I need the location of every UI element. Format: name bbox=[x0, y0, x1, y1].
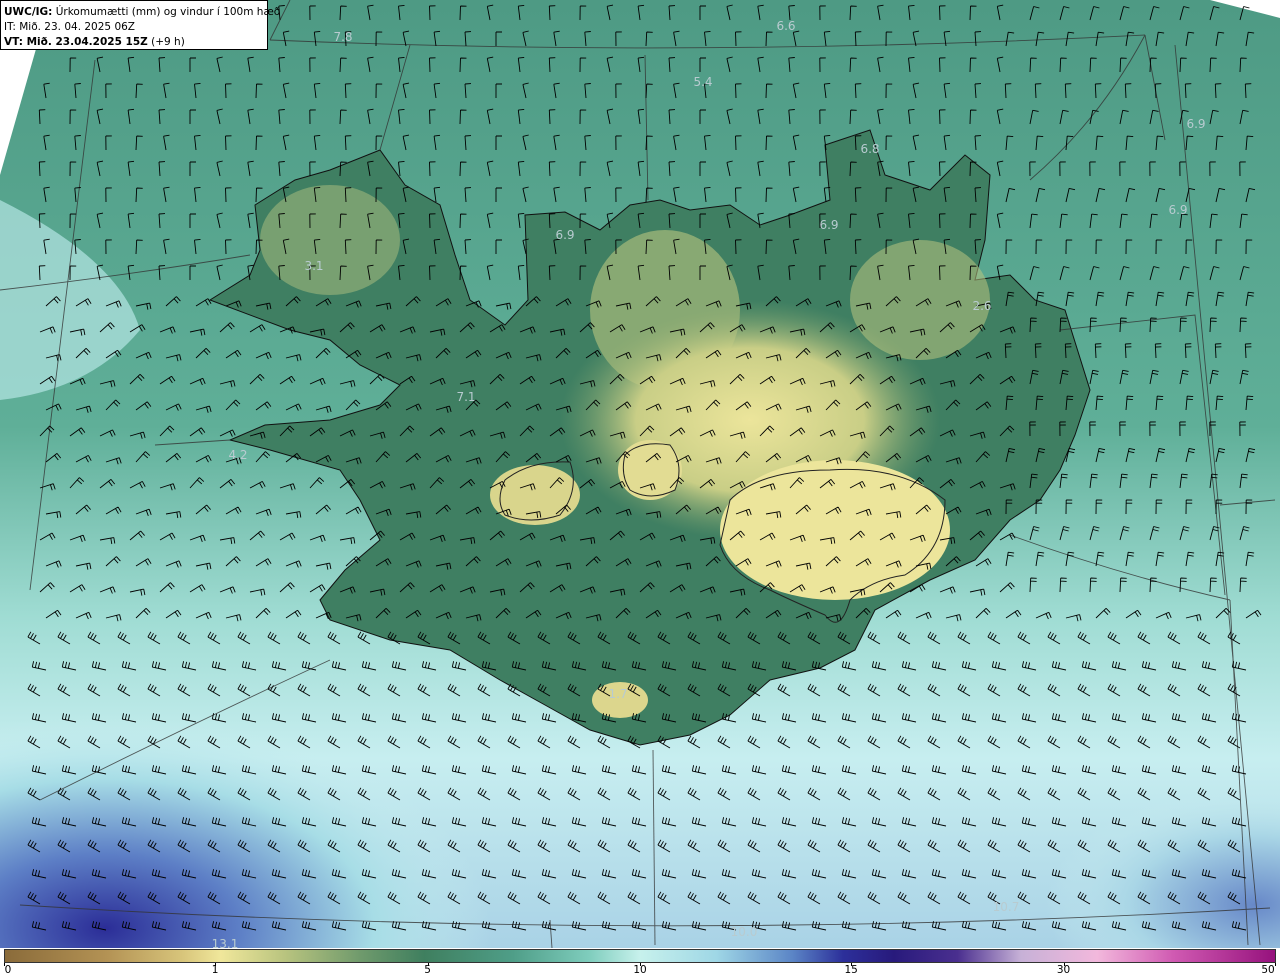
precip-max-label: 6.8 bbox=[860, 142, 880, 156]
precip-max-label: 13.1 bbox=[211, 937, 239, 948]
colorbar: 0 1 5 10 15 30 50 bbox=[0, 948, 1280, 978]
precip-max-label: 10.0 bbox=[730, 925, 758, 939]
precip-max-label: 7.8 bbox=[333, 30, 353, 44]
precip-max-label: 10.7 bbox=[992, 900, 1020, 914]
precip-max-label: 4.2 bbox=[228, 448, 248, 462]
model-name: UWC/IG: bbox=[4, 6, 53, 18]
valid-time: VT: Mið. 23.04.2025 15Z bbox=[4, 36, 148, 48]
precip-max-label: 6.6 bbox=[776, 19, 796, 33]
precip-max-label: 6.9 bbox=[819, 218, 839, 232]
colorbar-tick-mark bbox=[1275, 963, 1276, 966]
colorbar-tick-label: 5 bbox=[424, 964, 431, 976]
colorbar-tick-label: 30 bbox=[1056, 964, 1071, 976]
colorbar-tick-label: 1 bbox=[211, 964, 219, 976]
lead-time: (+9 h) bbox=[151, 36, 185, 48]
precip-max-label: 6.9 bbox=[1186, 117, 1206, 131]
map-description: Úrkomumætti (mm) og vindur í 100m hæð bbox=[55, 6, 281, 18]
southeast-blue-area bbox=[760, 660, 1280, 948]
precip-max-label: 6.9 bbox=[1168, 203, 1188, 217]
valid-time-line: VT: Mið. 23.04.2025 15Z (+9 h) bbox=[4, 35, 263, 50]
precip-max-label: 2.6 bbox=[972, 299, 992, 313]
precip-max-label: 3.1 bbox=[304, 259, 324, 273]
precip-max-label: 7.1 bbox=[456, 390, 476, 404]
precip-max-label: 1.7 bbox=[608, 687, 628, 701]
map-title-box: UWC/IG: Úrkomumætti (mm) og vindur í 100… bbox=[0, 0, 280, 50]
vatnajokull bbox=[720, 460, 950, 600]
colorbar-tick-label: 10 bbox=[633, 964, 647, 976]
precip-max-label: 5.4 bbox=[693, 75, 713, 89]
east-highland bbox=[850, 240, 990, 360]
map-canvas bbox=[0, 0, 1280, 948]
precip-max-label: 6.9 bbox=[555, 228, 575, 242]
colorbar-tick-label: 50 bbox=[1261, 964, 1275, 976]
forecast-map[interactable]: 7.8 6.6 5.4 6.9 6.8 6.9 6.9 6.9 3.1 2.6 7.1 4.2 1.7 1… bbox=[0, 0, 1280, 948]
hofsjokull bbox=[490, 465, 580, 525]
issue-time: IT: Mið. 23. 04. 2025 06Z bbox=[4, 21, 135, 33]
colorbar-tick-label: 0 bbox=[4, 964, 12, 976]
colorbar-tick-label: 15 bbox=[844, 964, 858, 976]
title-line: UWC/IG: Úrkomumætti (mm) og vindur í 100… bbox=[4, 5, 280, 20]
colorbar-strip bbox=[4, 949, 1276, 963]
